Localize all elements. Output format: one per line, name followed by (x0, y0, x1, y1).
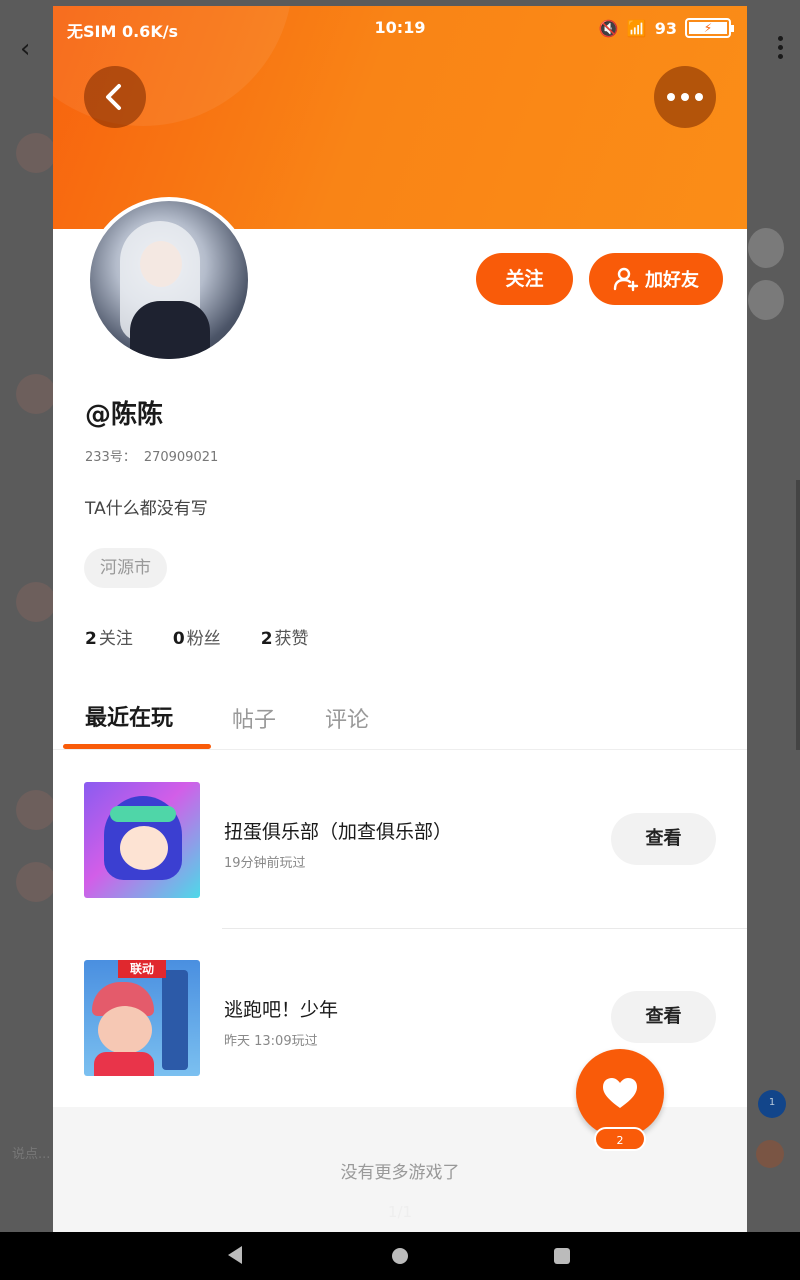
profile-stats: 2 关注 0 粉丝 2 获赞 (85, 624, 309, 649)
add-friend-label: 加好友 (645, 270, 699, 291)
tab-comments[interactable]: 评论 (325, 702, 369, 734)
heart-icon (603, 1078, 637, 1108)
game-title: 扭蛋俱乐部（加查俱乐部） (224, 821, 453, 843)
stat-likes[interactable]: 2 获赞 (261, 624, 309, 649)
background-avatar (16, 582, 56, 622)
page-indicator: 1/1 (387, 1203, 413, 1221)
game-icon (84, 782, 200, 898)
status-bar: 无SIM 0.6K/s 10:19 🔇 📶 93 ⚡ (53, 6, 747, 50)
background-scrollbar (796, 480, 800, 750)
nav-back-icon[interactable] (228, 1246, 242, 1264)
like-button[interactable] (576, 1049, 664, 1137)
no-more-games-text: 没有更多游戏了 (340, 1163, 460, 1183)
profile-header: 无SIM 0.6K/s 10:19 🔇 📶 93 ⚡ (53, 6, 747, 229)
profile-avatar[interactable] (86, 197, 252, 363)
background-avatar (16, 790, 56, 830)
game-last-played: 昨天 13:09玩过 (224, 1034, 318, 1049)
like-count-badge: 2 (594, 1127, 646, 1151)
nav-recents-icon[interactable] (554, 1248, 570, 1264)
background-avatar (748, 228, 784, 268)
game-icon: 联动 (84, 960, 200, 1076)
wifi-icon: 📶 (626, 18, 647, 38)
profile-bio: TA什么都没有写 (85, 499, 208, 519)
profile-id: 233号： 270909021 (85, 446, 218, 465)
tab-recent-playing[interactable]: 最近在玩 (85, 700, 173, 732)
background-more-icon (778, 36, 784, 63)
background-avatar (16, 862, 56, 902)
add-friend-button[interactable]: 加好友 (589, 253, 723, 305)
collab-tag: 联动 (118, 960, 166, 978)
battery-icon: ⚡ (685, 18, 734, 38)
tab-posts[interactable]: 帖子 (232, 702, 276, 734)
profile-panel: 无SIM 0.6K/s 10:19 🔇 📶 93 ⚡ 关注 加好友 @陈陈 23… (53, 6, 747, 1232)
profile-id-value: 270909021 (143, 450, 219, 465)
background-avatar (748, 280, 784, 320)
game-title: 逃跑吧！少年 (224, 999, 339, 1021)
stat-following[interactable]: 2 关注 (85, 624, 133, 649)
navigation-bar (0, 1232, 800, 1280)
profile-tabs: 最近在玩 帖子 评论 (53, 692, 747, 750)
stat-followers[interactable]: 0 粉丝 (173, 624, 221, 649)
background-avatar (16, 133, 56, 173)
active-tab-indicator (63, 744, 211, 749)
back-button[interactable] (84, 66, 146, 128)
profile-username: @陈陈 (85, 400, 164, 430)
background-back-icon: ‹ (20, 34, 31, 64)
more-dots-icon (667, 93, 703, 101)
background-avatar (16, 374, 56, 414)
profile-id-label: 233号： (85, 450, 136, 465)
battery-level: 93 (654, 18, 677, 38)
view-game-button[interactable]: 查看 (611, 991, 716, 1043)
more-button[interactable] (654, 66, 716, 128)
nav-home-icon[interactable] (392, 1248, 408, 1264)
location-tag: 河源市 (84, 548, 167, 588)
game-list-item[interactable]: 扭蛋俱乐部（加查俱乐部） 19分钟前玩过 查看 (53, 751, 747, 929)
mute-icon: 🔇 (598, 18, 619, 38)
follow-button[interactable]: 关注 (476, 253, 573, 305)
background-send-icon (756, 1140, 784, 1168)
background-badge: 1 (758, 1090, 786, 1118)
add-user-icon (613, 267, 639, 292)
game-last-played: 19分钟前玩过 (224, 856, 306, 871)
chevron-left-icon (106, 84, 121, 110)
view-game-button[interactable]: 查看 (611, 813, 716, 865)
